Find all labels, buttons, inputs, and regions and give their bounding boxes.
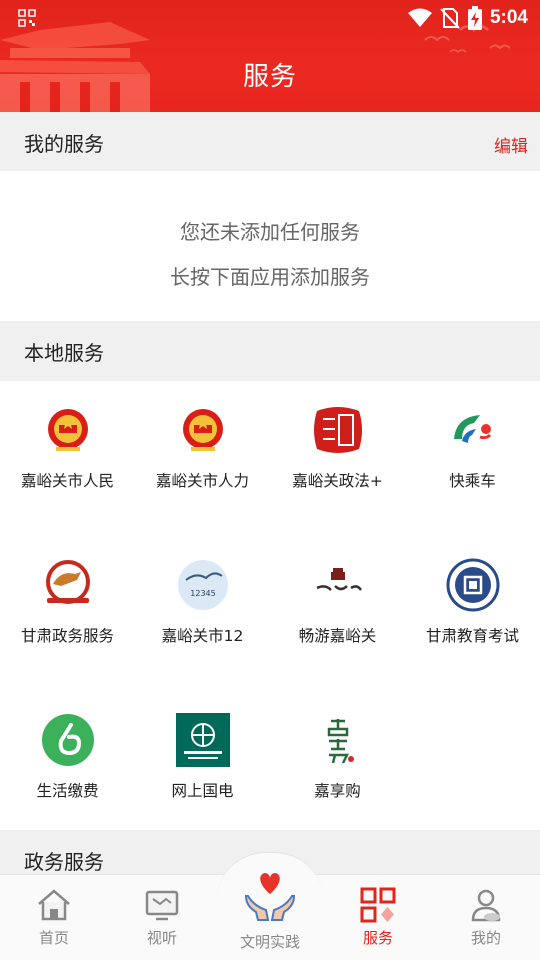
app-label: 甘肃政务服务 — [20, 627, 114, 645]
tab-label: 服务 — [362, 929, 393, 947]
empty-message-line1: 您还未添加任何服务 — [180, 220, 360, 244]
header-banner: 5:04 服务 — [0, 0, 540, 112]
national-emblem-icon — [48, 409, 88, 451]
app-label: 畅游嘉峪关 — [298, 627, 377, 645]
hotline-12345-logo-icon: 12345 — [178, 560, 228, 610]
status-time: 5:04 — [489, 7, 528, 28]
app-jiayuguan-politics-law[interactable]: 嘉峪关政法+ — [270, 381, 405, 511]
my-services-header: 我的服务 编辑 — [0, 112, 540, 172]
app-jiayuguan-people[interactable]: 嘉峪关市人民 — [0, 381, 135, 511]
app-label: 嘉享购 — [314, 782, 361, 800]
wifi-icon — [407, 8, 432, 27]
edit-button[interactable]: 编辑 — [494, 132, 528, 157]
status-bar: 5:04 — [0, 0, 540, 36]
app-travel-jiayuguan[interactable]: 畅游嘉峪关 — [270, 536, 405, 666]
quick-ride-logo-icon — [454, 415, 492, 443]
app-jiayuguan-12345[interactable]: 12345 嘉峪关市12 — [135, 536, 270, 666]
app-label: 生活缴费 — [36, 782, 99, 800]
gansu-education-exam-logo-icon — [446, 558, 500, 612]
tab-civilization-practice[interactable]: 文明实践 — [216, 866, 324, 960]
politics-law-seal-icon — [314, 407, 362, 453]
tab-label: 首页 — [38, 929, 69, 947]
tab-label: 视听 — [146, 929, 177, 947]
my-services-empty-state: 您还未添加任何服务 长按下面应用添加服务 — [0, 171, 540, 321]
local-services-grid: 嘉峪关市人民 嘉峪关市人力 嘉峪关政法+ 快乘车 甘肃政务服务 12345 嘉峪… — [0, 381, 540, 830]
battery-charging-icon — [467, 6, 482, 30]
no-sim-icon — [440, 8, 460, 29]
travel-jiayuguan-logo-icon — [316, 568, 363, 591]
gov-services-title: 政务服务 — [24, 850, 104, 874]
app-quick-ride[interactable]: 快乘车 — [405, 381, 540, 511]
tv-icon — [145, 890, 179, 921]
app-label: 嘉峪关市12 — [161, 627, 244, 645]
gansu-gov-service-logo-icon — [46, 560, 90, 604]
app-bill-payment[interactable]: 生活缴费 — [0, 691, 135, 821]
user-icon — [471, 889, 501, 922]
bill-payment-icon — [42, 714, 94, 766]
tab-audiovisual[interactable]: 视听 — [108, 875, 216, 960]
tab-label: 文明实践 — [239, 933, 300, 951]
national-emblem-icon — [183, 409, 223, 451]
local-services-title: 本地服务 — [24, 341, 104, 365]
local-services-header: 本地服务 — [0, 321, 540, 381]
tab-services[interactable]: 服务 — [324, 875, 432, 960]
hands-heart-icon — [244, 873, 296, 921]
app-jiayuguan-hr[interactable]: 嘉峪关市人力 — [135, 381, 270, 511]
app-gansu-gov-service[interactable]: 甘肃政务服务 — [0, 536, 135, 666]
jiaxianggou-logo-icon — [327, 719, 354, 764]
state-grid-logo-icon — [176, 713, 230, 767]
qr-scan-icon — [18, 9, 36, 27]
app-label: 嘉峪关市人力 — [155, 472, 249, 490]
tab-home[interactable]: 首页 — [0, 875, 108, 960]
home-icon — [38, 889, 70, 921]
app-label: 嘉峪关市人民 — [20, 472, 114, 490]
svg-text:12345: 12345 — [190, 589, 215, 598]
app-label: 快乘车 — [449, 472, 496, 490]
app-jiaxianggou[interactable]: 嘉享购 — [270, 691, 405, 821]
app-state-grid[interactable]: 网上国电 — [135, 691, 270, 821]
my-services-title: 我的服务 — [24, 132, 104, 156]
app-gansu-education-exam[interactable]: 甘肃教育考试 — [405, 536, 540, 666]
status-right-group: 5:04 — [407, 5, 528, 31]
app-label: 甘肃教育考试 — [425, 627, 519, 645]
tab-label: 我的 — [470, 929, 501, 947]
tab-mine[interactable]: 我的 — [432, 875, 540, 960]
page-title: 服务 — [242, 62, 297, 92]
app-label: 网上国电 — [171, 782, 234, 800]
empty-message-line2: 长按下面应用添加服务 — [170, 265, 370, 289]
app-label: 嘉峪关政法+ — [292, 472, 383, 490]
services-grid-icon — [360, 887, 396, 923]
